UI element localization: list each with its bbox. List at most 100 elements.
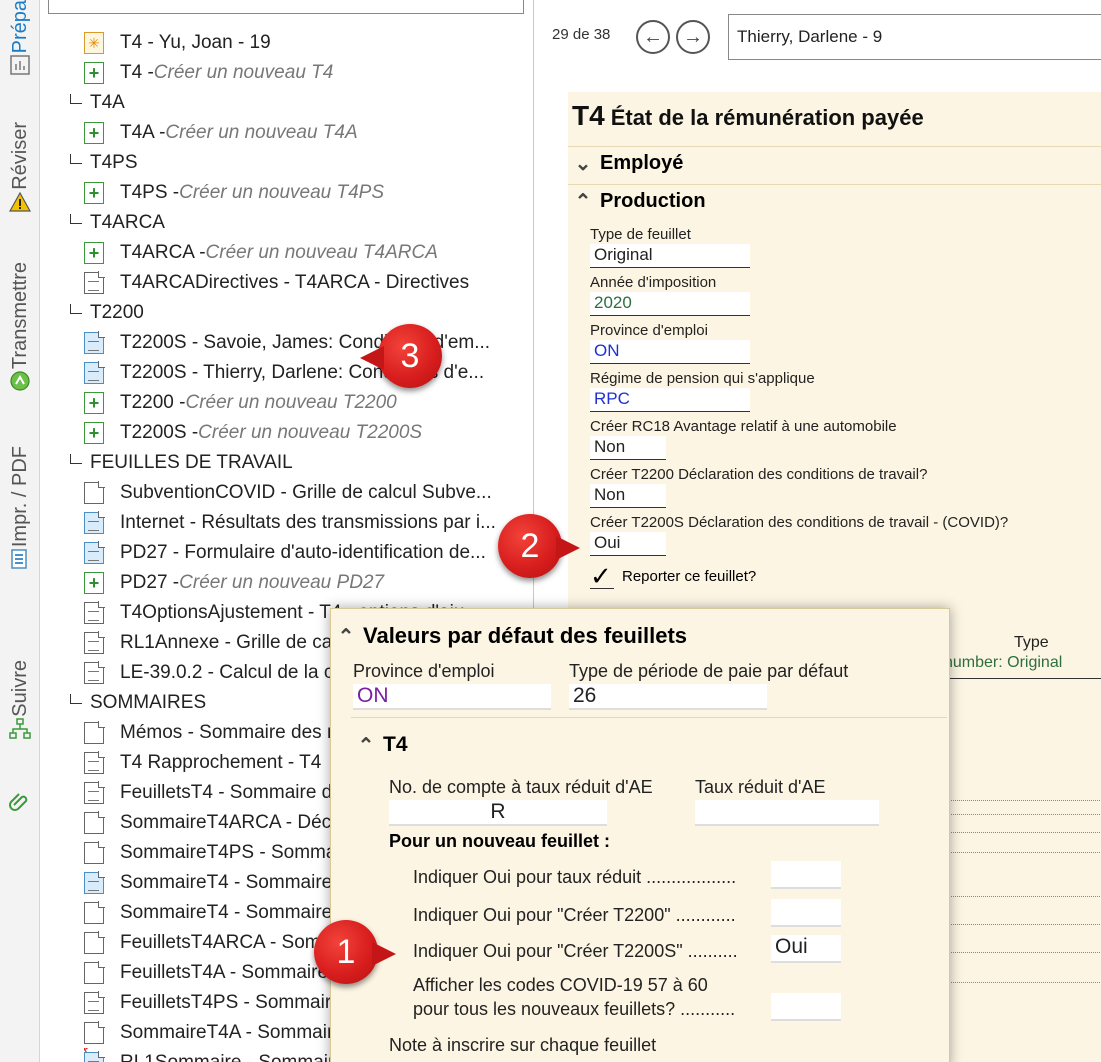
tree-item[interactable]: + PD27 - Créer un nouveau PD27 [84, 568, 524, 598]
popup-province-input[interactable]: ON [353, 684, 551, 710]
popup-covid-label-2: pour tous les nouveaux feuillets? ......… [413, 999, 736, 1019]
document-lines-icon [84, 991, 105, 1014]
tab-suivre-label: Suivre [8, 660, 31, 717]
tree-item-label: RL1Sommaire - Sommaire [120, 1052, 345, 1062]
tree-group[interactable]: T4A [70, 88, 125, 118]
callout-number: 3 [400, 336, 420, 375]
tree-group[interactable]: T4ARCA [70, 208, 165, 238]
divider [944, 800, 1101, 801]
chevron-up-icon: ⌃ [574, 191, 592, 213]
document-icon [84, 931, 105, 954]
form-field-input[interactable]: 2020 [590, 292, 750, 316]
tree-connector-icon [70, 154, 82, 164]
tree-group[interactable]: T2200 [70, 298, 144, 328]
tree-group[interactable]: FEUILLES DE TRAVAIL [70, 448, 293, 478]
form-field-input[interactable]: Original [590, 244, 750, 268]
popup-t4-header[interactable]: ⌃ T4 [355, 733, 408, 757]
popup-row-label: Indiquer Oui pour "Créer T2200S" .......… [413, 941, 738, 961]
reporter-checkbox-row[interactable]: ✓ Reporter ce feuillet? [590, 563, 756, 589]
popup-account-input[interactable]: R [389, 800, 607, 826]
tree-filter-box[interactable] [48, 0, 524, 14]
document-icon [84, 481, 105, 504]
tree-item[interactable]: + T4PS - Créer un nouveau T4PS [84, 178, 524, 208]
tree-group-label: T4PS [90, 152, 138, 173]
tree-item[interactable]: + T2200 - Créer un nouveau T2200 [84, 388, 524, 418]
callout-number: 1 [336, 932, 356, 971]
modified-form-icon: ✳ [84, 32, 104, 54]
divider [944, 852, 1101, 853]
tree-item[interactable]: Internet - Résultats des transmissions p… [84, 508, 524, 538]
popup-account-field: No. de compte à taux réduit d'AE R [389, 777, 653, 826]
popup-period-input[interactable]: 26 [569, 684, 767, 710]
chevron-up-icon: ⌃ [357, 734, 375, 757]
chart-icon [8, 53, 32, 77]
type-column-value: number: Original [944, 654, 1063, 671]
tree-group-label: SOMMAIRES [90, 692, 207, 713]
tab-suivre[interactable]: Suivre [0, 660, 40, 741]
tree-item[interactable]: + T4A - Créer un nouveau T4A [84, 118, 524, 148]
tree-item[interactable]: T4ARCADirectives - T4ARCA - Directives [84, 268, 524, 298]
tab-prepa-label: Prépa [8, 0, 31, 54]
document-lines-icon [84, 751, 105, 774]
divider [944, 952, 1101, 953]
callout-badge-2: 2 [498, 514, 580, 578]
chevron-down-icon: ⌄ [574, 153, 592, 175]
tree-item-create-label: Créer un nouveau T4PS [179, 182, 385, 203]
popup-create-t2200s-input[interactable]: Oui [771, 935, 841, 963]
next-button[interactable]: → [676, 20, 710, 54]
checkmark-icon[interactable]: ✓ [590, 563, 614, 589]
popup-rate-input[interactable] [695, 800, 879, 826]
popup-title[interactable]: ⌃ Valeurs par défaut des feuillets [335, 623, 687, 649]
section-employe-header[interactable]: ⌄ Employé [568, 146, 1101, 180]
tab-prepa[interactable]: Prépa [0, 0, 40, 77]
tree-item[interactable]: + T4 - Créer un nouveau T4 [84, 58, 524, 88]
tree-item[interactable]: T2200S - Savoie, James: Conditions d'em.… [84, 328, 524, 358]
tab-transmettre[interactable]: Transmettre [0, 262, 40, 393]
tree-item-label: FeuilletsT4A - Sommaire [120, 962, 329, 983]
form-field-label: Année d'imposition [590, 274, 717, 291]
hierarchy-icon [8, 717, 32, 741]
form-field-input[interactable]: ON [590, 340, 750, 364]
tree-item-label: SommaireT4 - Sommaire [120, 902, 333, 923]
add-form-icon: + [84, 62, 104, 84]
form-field-input[interactable]: RPC [590, 388, 750, 412]
tab-attachments[interactable] [0, 790, 40, 814]
tree-item-create-label: Créer un nouveau PD27 [179, 572, 385, 593]
document-icon [84, 841, 105, 864]
previous-button[interactable]: ← [636, 20, 670, 54]
tree-item[interactable]: T2200S - Thierry, Darlene: Conditions d'… [84, 358, 524, 388]
page-counter: 29 de 38 [552, 26, 611, 43]
popup-reduced-rate-input[interactable] [771, 861, 841, 889]
tree-item[interactable]: + T4ARCA - Créer un nouveau T4ARCA [84, 238, 524, 268]
form-field: Créer T2200 Déclaration des conditions d… [590, 466, 927, 508]
tree-item[interactable]: PD27 - Formulaire d'auto-identification … [84, 538, 524, 568]
popup-t4-title: T4 [383, 733, 408, 756]
tree-item-create-label: Créer un nouveau T4ARCA [205, 242, 438, 263]
document-filled-icon [84, 541, 105, 564]
form-field-input[interactable]: Non [590, 484, 666, 508]
tree-item-label: T4PS - [120, 182, 180, 203]
tab-reviser[interactable]: Réviser [0, 122, 40, 214]
tree-item[interactable]: + T2200S - Créer un nouveau T2200S [84, 418, 524, 448]
type-column-header: Type [1014, 634, 1049, 651]
section-production-header[interactable]: ⌃ Production [568, 184, 1101, 218]
popup-province-field: Province d'emploi ON [353, 661, 551, 710]
tree-group[interactable]: SOMMAIRES [70, 688, 206, 718]
tree-item-label: T4 Rapprochement - T4 [120, 752, 322, 773]
tree-group[interactable]: T4PS [70, 148, 138, 178]
popup-covid-input[interactable] [771, 993, 841, 1021]
tree-item[interactable]: ✳ T4 - Yu, Joan - 19 [84, 28, 524, 58]
client-selector[interactable]: Thierry, Darlene - 9 [728, 14, 1101, 60]
tree-group-label: FEUILLES DE TRAVAIL [90, 452, 293, 473]
tree-item[interactable]: SubventionCOVID - Grille de calcul Subve… [84, 478, 524, 508]
transmit-icon [8, 369, 32, 393]
popup-create-t2200-input[interactable] [771, 899, 841, 927]
tree-item-label: RL1Annexe - Grille de calcul [120, 632, 361, 653]
form-field-label: Créer T2200S Déclaration des conditions … [590, 514, 1009, 531]
document-lines-icon [84, 781, 105, 804]
form-field-input[interactable]: Oui [590, 532, 666, 556]
form-field: Créer T2200S Déclaration des conditions … [590, 514, 1008, 556]
document-icon [84, 901, 105, 924]
form-field-input[interactable]: Non [590, 436, 666, 460]
tab-impr-pdf[interactable]: Impr. / PDF [0, 446, 40, 571]
